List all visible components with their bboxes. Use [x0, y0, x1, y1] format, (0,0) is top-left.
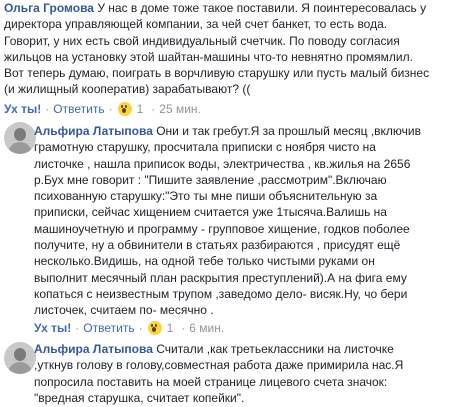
separator: ·	[181, 321, 186, 335]
comment-line: машиноучетную и программу - групповое хи…	[34, 221, 410, 236]
comment-3-text: Альфира Латыпова Считали ,как третьеклас…	[34, 341, 444, 406]
reply-button[interactable]: Ответить	[83, 321, 134, 335]
avatar[interactable]	[4, 122, 36, 154]
comment-line: р.Бух мне говорит : "Пишите заявление ,р…	[34, 172, 387, 187]
comment-line: выполнит месячный план раскрытия преступ…	[34, 270, 407, 285]
comment-line: психованную старушку:"Это ты мне пиши об…	[34, 189, 378, 204]
comment-line: несколько.Видишь, на одной тебе только ч…	[34, 254, 375, 269]
separator: ·	[108, 102, 113, 116]
comment-actions: Ух ты! · Ответить · 1 · 6 мин.	[34, 320, 224, 336]
comment-line: директора управляющей компании, за чей с…	[4, 17, 388, 32]
comment-author-link[interactable]: Альфира Латыпова	[34, 342, 153, 356]
comment-line: листочке , нашла приписок воды, электрич…	[34, 156, 411, 171]
wow-reaction-icon[interactable]	[146, 320, 163, 336]
reaction-count: 1	[136, 102, 144, 116]
separator: ·	[45, 102, 50, 116]
comment-line: жильцов на установку этой шайтан-машины …	[4, 49, 413, 64]
comment-line: грамотную старушку, просчитала приписки …	[34, 140, 376, 155]
comment-actions: Ух ты! · Ответить · 1 · 25 мин.	[4, 101, 201, 117]
comment-1-text: Ольга Громова У нас в доме тоже такое по…	[4, 0, 444, 98]
comment-line: получите, ну а обвинители в статьях разб…	[34, 238, 401, 253]
comment-line: листочек, считаем по- месячно .	[34, 303, 214, 318]
like-button[interactable]: Ух ты!	[4, 102, 41, 116]
comment-line: У нас в доме тоже такое поставили. Я пои…	[93, 1, 427, 15]
comment-line: Говорит, у них есть свой индивидуальный …	[4, 33, 400, 48]
separator: ·	[138, 321, 143, 335]
comment-author-link[interactable]: Ольга Громова	[4, 1, 94, 15]
separator: ·	[75, 321, 80, 335]
separator: ·	[151, 102, 156, 116]
wow-reaction-icon[interactable]	[116, 101, 133, 117]
comment-line: копаться с неизвестным трупом ,заведомо …	[34, 286, 408, 301]
comment-line: приписки, сейчас хищением считается уже …	[34, 205, 387, 220]
reaction-count: 1	[166, 321, 174, 335]
comment-line: Вот теперь думаю, поиграть в ворчливую с…	[4, 66, 430, 81]
comment-timestamp[interactable]: 25 мин.	[159, 102, 201, 116]
comment-line: Считали ,как третьеклассники на листочке	[152, 342, 394, 356]
comment-timestamp[interactable]: 6 мин.	[189, 321, 224, 335]
comment-line: ,уткнув голову в голову,совместная работ…	[34, 358, 404, 373]
comment-line: Они и так гребут.Я за прошлый месяц ,вкл…	[152, 124, 421, 138]
comment-author-link[interactable]: Альфира Латыпова	[34, 124, 153, 138]
avatar[interactable]	[4, 342, 36, 374]
comment-line: "вредная старушка, считает копейки".	[34, 390, 245, 405]
comment-line: попросила поставить на моей странице лиц…	[34, 374, 388, 389]
reply-button[interactable]: Ответить	[53, 102, 104, 116]
like-button[interactable]: Ух ты!	[34, 321, 71, 335]
comment-line: (и жилищный кооператив) зарабатывают? ((	[4, 82, 251, 97]
comment-2-text: Альфира Латыпова Они и так гребут.Я за п…	[34, 123, 444, 319]
comment-1: Ольга Громова У нас в доме тоже такое по…	[4, 0, 444, 117]
